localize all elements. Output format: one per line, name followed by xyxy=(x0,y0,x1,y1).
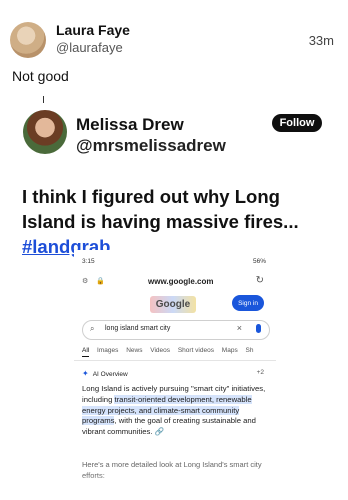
embedded-avatar[interactable] xyxy=(23,110,67,154)
settings-icon: ⚙ xyxy=(82,278,89,285)
status-time: 3:15 xyxy=(82,258,95,265)
ai-overview-header: ✦ AI Overview xyxy=(82,369,128,378)
signin-button: Sign in xyxy=(232,295,264,311)
author-name[interactable]: Laura Faye xyxy=(56,22,130,38)
embedded-author-name[interactable]: Melissa Drew xyxy=(76,115,184,135)
url-text: www.google.com xyxy=(148,277,214,286)
ai-source-count: +2 xyxy=(256,369,264,376)
tab-short-videos: Short videos xyxy=(177,347,214,354)
headline-text: I think I figured out why Long Island is… xyxy=(22,186,299,232)
battery-percent: 56% xyxy=(252,258,266,265)
avatar[interactable] xyxy=(10,22,46,58)
post-time: 33m xyxy=(308,33,334,48)
tab-sh: Sh xyxy=(245,347,254,354)
url-bar: ⚙ 🔒 www.google.com ↻ xyxy=(74,272,276,292)
tab-images: Images xyxy=(97,347,119,354)
divider xyxy=(43,96,44,103)
author-handle[interactable]: @laurafaye xyxy=(56,40,123,55)
link-icon: 🔗 xyxy=(154,427,165,437)
search-query: long island smart city xyxy=(105,325,171,332)
lock-icon: 🔒 xyxy=(96,278,105,285)
embedded-headline: I think I figured out why Long Island is… xyxy=(22,184,332,259)
ai-overview-label: AI Overview xyxy=(92,371,128,378)
embedded-screenshot[interactable]: 3:15 56% ⚙ 🔒 www.google.com ↻ Google Sig… xyxy=(74,250,276,500)
embedded-author-handle[interactable]: @mrsmelissadrew xyxy=(76,136,226,156)
mic-icon xyxy=(256,324,261,333)
tab-all: All xyxy=(82,347,90,357)
sparkle-icon: ✦ xyxy=(82,369,89,378)
search-tabs: All Images News Videos Short videos Maps… xyxy=(82,347,259,357)
search-icon: ⌕ xyxy=(90,324,95,333)
reload-icon: ↻ xyxy=(255,275,264,286)
tab-maps: Maps xyxy=(221,347,238,354)
google-doodle: Google xyxy=(150,296,196,313)
ai-overview-text: Long Island is actively pursuing "smart … xyxy=(82,384,270,438)
tab-news: News xyxy=(126,347,143,354)
tabs-divider xyxy=(74,360,276,361)
search-box: ⌕ long island smart city × xyxy=(82,320,270,340)
follow-button[interactable]: Follow xyxy=(272,114,322,132)
clear-icon: × xyxy=(236,323,242,333)
fade-overlay xyxy=(74,474,276,500)
tab-videos: Videos xyxy=(150,347,171,354)
post-text: Not good xyxy=(12,68,69,84)
